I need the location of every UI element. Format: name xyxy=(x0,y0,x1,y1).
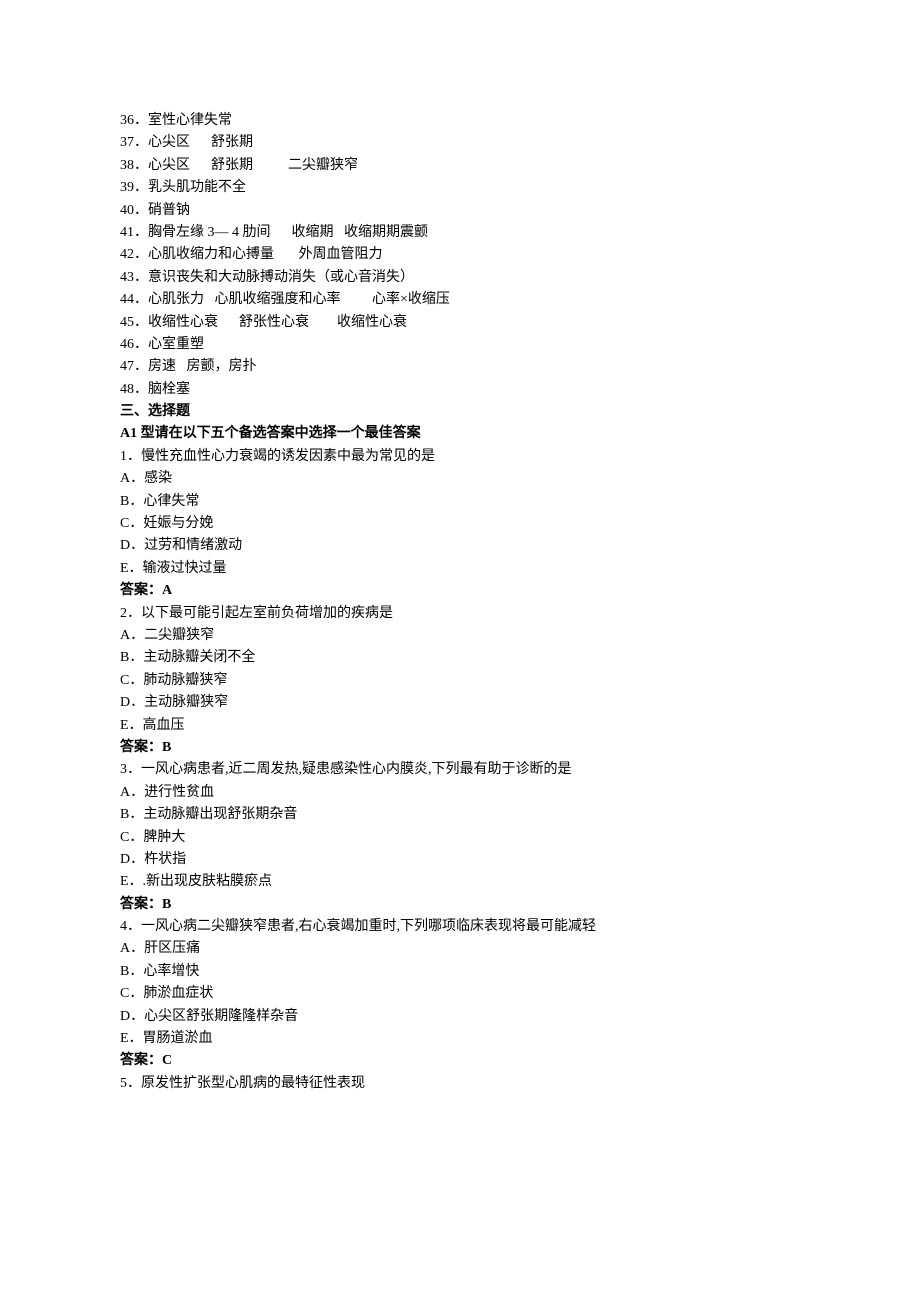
text-line: E．输液过快过量 xyxy=(120,558,800,580)
text-line: D．心尖区舒张期隆隆样杂音 xyxy=(120,1006,800,1028)
text-line: 36．室性心律失常 xyxy=(120,110,800,132)
document-content: 36．室性心律失常37．心尖区 舒张期38．心尖区 舒张期 二尖瓣狭窄39．乳头… xyxy=(120,110,800,1095)
text-line: 2．以下最可能引起左室前负荷增加的疾病是 xyxy=(120,603,800,625)
text-line: 39．乳头肌功能不全 xyxy=(120,177,800,199)
text-line: C．肺淤血症状 xyxy=(120,983,800,1005)
text-line: 4．一风心病二尖瓣狭窄患者,右心衰竭加重时,下列哪项临床表现将最可能减轻 xyxy=(120,916,800,938)
text-line: 答案：B xyxy=(120,894,800,916)
text-line: D．主动脉瓣狭窄 xyxy=(120,692,800,714)
text-line: A1 型请在以下五个备选答案中选择一个最佳答案 xyxy=(120,423,800,445)
text-line: 41．胸骨左缘 3— 4 肋间 收缩期 收缩期期震颤 xyxy=(120,222,800,244)
text-line: B．心率增快 xyxy=(120,961,800,983)
text-line: 47．房速 房颤，房扑 xyxy=(120,356,800,378)
text-line: 三、选择题 xyxy=(120,401,800,423)
text-line: 45．收缩性心衰 舒张性心衰 收缩性心衰 xyxy=(120,312,800,334)
text-line: B．主动脉瓣出现舒张期杂音 xyxy=(120,804,800,826)
text-line: C．肺动脉瓣狭窄 xyxy=(120,670,800,692)
text-line: 5．原发性扩张型心肌病的最特征性表现 xyxy=(120,1073,800,1095)
text-line: C．脾肿大 xyxy=(120,827,800,849)
text-line: 答案：B xyxy=(120,737,800,759)
document-page: 36．室性心律失常37．心尖区 舒张期38．心尖区 舒张期 二尖瓣狭窄39．乳头… xyxy=(0,0,920,1205)
text-line: 37．心尖区 舒张期 xyxy=(120,132,800,154)
text-line: 答案：C xyxy=(120,1050,800,1072)
text-line: D．杵状指 xyxy=(120,849,800,871)
text-line: A．感染 xyxy=(120,468,800,490)
text-line: 3．一风心病患者,近二周发热,疑患感染性心内膜炎,下列最有助于诊断的是 xyxy=(120,759,800,781)
text-line: 答案：A xyxy=(120,580,800,602)
text-line: 44．心肌张力 心肌收缩强度和心率 心率×收缩压 xyxy=(120,289,800,311)
text-line: A．二尖瓣狭窄 xyxy=(120,625,800,647)
text-line: E．.新出现皮肤粘膜瘀点 xyxy=(120,871,800,893)
text-line: C．妊娠与分娩 xyxy=(120,513,800,535)
text-line: D．过劳和情绪激动 xyxy=(120,535,800,557)
text-line: 42．心肌收缩力和心搏量 外周血管阻力 xyxy=(120,244,800,266)
text-line: 40．硝普钠 xyxy=(120,200,800,222)
text-line: 46．心室重塑 xyxy=(120,334,800,356)
text-line: E．胃肠道淤血 xyxy=(120,1028,800,1050)
text-line: B．主动脉瓣关闭不全 xyxy=(120,647,800,669)
text-line: A．进行性贫血 xyxy=(120,782,800,804)
text-line: 1．慢性充血性心力衰竭的诱发因素中最为常见的是 xyxy=(120,446,800,468)
text-line: B．心律失常 xyxy=(120,491,800,513)
text-line: 43．意识丧失和大动脉搏动消失（或心音消失） xyxy=(120,267,800,289)
text-line: 38．心尖区 舒张期 二尖瓣狭窄 xyxy=(120,155,800,177)
text-line: E．高血压 xyxy=(120,715,800,737)
text-line: A．肝区压痛 xyxy=(120,938,800,960)
text-line: 48．脑栓塞 xyxy=(120,379,800,401)
